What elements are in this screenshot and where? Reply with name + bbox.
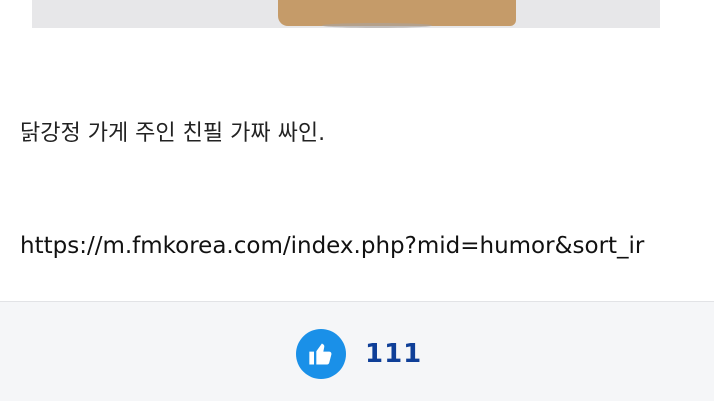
source-link[interactable]: https://m.fmkorea.com/index.php?mid=humo… [20,228,714,264]
image-shadow [322,23,432,28]
vote-bar: 111 [0,301,714,401]
cardboard-box-image [278,0,516,26]
thumbs-up-icon [309,343,332,365]
vote-group: 111 [296,329,422,379]
post-view: 닭강정 가게 주인 친필 가짜 싸인. https://m.fmkorea.co… [0,0,714,401]
post-image [32,0,660,28]
post-caption: 닭강정 가게 주인 친필 가짜 싸인. [20,121,326,146]
like-button[interactable] [296,329,346,379]
like-count: 111 [365,339,423,369]
